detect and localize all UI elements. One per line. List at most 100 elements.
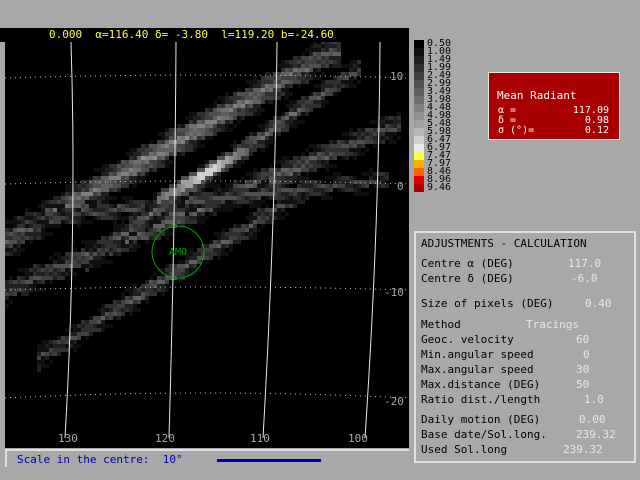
density-cell — [173, 188, 177, 192]
density-cell — [289, 196, 293, 200]
density-cell — [369, 172, 373, 176]
density-cell — [289, 200, 293, 204]
max-distance-field[interactable]: 50 — [576, 378, 589, 391]
density-cell — [201, 180, 205, 184]
density-cell — [73, 340, 77, 344]
density-cell — [325, 48, 329, 52]
density-cell — [257, 228, 261, 232]
density-cell — [297, 172, 301, 176]
density-cell — [189, 248, 193, 252]
density-cell — [385, 116, 389, 120]
base-date-field[interactable]: 239.32 — [576, 428, 616, 441]
density-cell — [221, 112, 225, 116]
density-cell — [205, 248, 209, 252]
density-cell — [201, 164, 205, 168]
density-cell — [281, 172, 285, 176]
density-cell — [73, 184, 77, 188]
density-cell — [261, 212, 265, 216]
density-cell — [149, 224, 153, 228]
density-cell — [109, 212, 113, 216]
density-cell — [121, 236, 125, 240]
density-cell — [349, 176, 353, 180]
used-sol-field[interactable]: 239.32 — [563, 443, 603, 456]
pixel-size-field[interactable]: 0.40 — [585, 297, 612, 310]
daily-motion-field[interactable]: 0.00 — [579, 413, 606, 426]
density-cell — [293, 56, 297, 60]
density-cell — [357, 128, 361, 132]
density-cell — [193, 200, 197, 204]
density-cell — [125, 164, 129, 168]
density-cell — [117, 164, 121, 168]
density-cell — [301, 192, 305, 196]
density-cell — [237, 240, 241, 244]
density-cell — [353, 152, 357, 156]
density-cell — [281, 72, 285, 76]
density-cell — [301, 100, 305, 104]
centre-alpha-field[interactable]: 117.0 — [568, 257, 601, 270]
density-cell — [297, 112, 301, 116]
density-cell — [65, 328, 69, 332]
density-cell — [329, 52, 333, 56]
density-cell — [313, 148, 317, 152]
density-cell — [253, 80, 257, 84]
density-cell — [81, 260, 85, 264]
geoc-velocity-field[interactable]: 60 — [576, 333, 589, 346]
density-cell — [37, 352, 41, 356]
density-cell — [97, 264, 101, 268]
density-cell — [209, 248, 213, 252]
density-cell — [257, 204, 261, 208]
density-cell — [309, 184, 313, 188]
density-cell — [193, 260, 197, 264]
density-cell — [137, 156, 141, 160]
density-cell — [133, 232, 137, 236]
density-cell — [285, 176, 289, 180]
density-cell — [133, 228, 137, 232]
density-cell — [333, 156, 337, 160]
density-cell — [205, 176, 209, 180]
centre-delta-field[interactable]: -6.0 — [571, 272, 598, 285]
density-cell — [177, 184, 181, 188]
density-cell — [165, 148, 169, 152]
density-cell — [65, 184, 69, 188]
density-cell — [269, 164, 273, 168]
density-cell — [289, 72, 293, 76]
density-cell — [201, 124, 205, 128]
density-cell — [41, 288, 45, 292]
density-cell — [109, 172, 113, 176]
radiant-density-map[interactable]: AMO 130 120 110 100 10 0 -10 -20 — [5, 28, 409, 448]
density-cell — [253, 92, 257, 96]
density-cell — [217, 244, 221, 248]
density-cell — [65, 256, 69, 260]
density-cell — [105, 236, 109, 240]
x-tick-130: 130 — [58, 432, 78, 445]
density-cell — [213, 212, 217, 216]
density-cell — [201, 120, 205, 124]
density-cell — [353, 132, 357, 136]
density-cell — [277, 92, 281, 96]
max-speed-field[interactable]: 30 — [576, 363, 589, 376]
density-cell — [357, 192, 361, 196]
density-cell — [149, 152, 153, 156]
method-field[interactable]: Tracings — [526, 318, 579, 331]
density-cell — [137, 300, 141, 304]
density-cell — [213, 232, 217, 236]
density-cell — [41, 200, 45, 204]
density-cell — [33, 228, 37, 232]
density-cell — [337, 84, 341, 88]
density-cell — [137, 212, 141, 216]
density-cell — [253, 104, 257, 108]
density-cell — [137, 208, 141, 212]
ratio-field[interactable]: 1.0 — [584, 393, 604, 406]
density-cell — [17, 248, 21, 252]
density-cell — [41, 236, 45, 240]
density-cell — [229, 204, 233, 208]
density-cell — [49, 340, 53, 344]
min-speed-field[interactable]: 0 — [583, 348, 590, 361]
density-cell — [349, 64, 353, 68]
density-cell — [277, 120, 281, 124]
density-cell — [221, 188, 225, 192]
density-cell — [81, 240, 85, 244]
density-cell — [341, 72, 345, 76]
density-cell — [341, 84, 345, 88]
density-cell — [261, 76, 265, 80]
